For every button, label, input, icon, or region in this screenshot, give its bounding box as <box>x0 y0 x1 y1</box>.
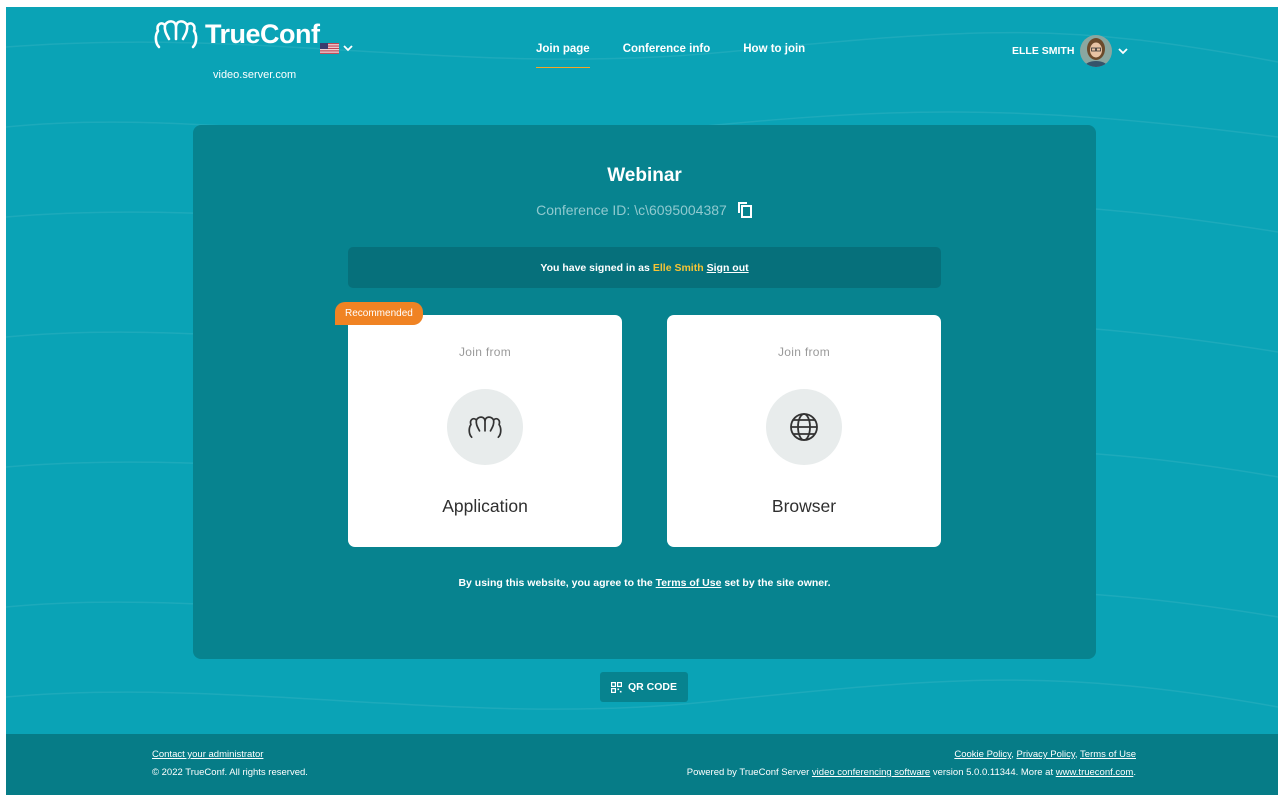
join-browser-card[interactable]: Join from Browser <box>667 315 941 547</box>
join-from-label: Join from <box>777 345 831 359</box>
copyright: © 2022 TrueConf. All rights reserved. <box>152 767 308 778</box>
join-panel: Webinar Conference ID: \c\6095004387 You… <box>193 125 1096 659</box>
terms-suffix: set by the site owner. <box>724 577 831 589</box>
signed-in-user: Elle Smith <box>652 261 704 274</box>
copy-icon[interactable] <box>737 201 753 218</box>
avatar <box>1080 35 1113 67</box>
powered-by: Powered by TrueConf Server video confere… <box>687 767 1136 778</box>
join-option-label: Browser <box>771 496 837 516</box>
nav-join-page[interactable]: Join page <box>536 43 590 68</box>
conference-title: Webinar <box>607 165 682 186</box>
conference-id-row: Conference ID: \c\6095004387 <box>193 201 1096 218</box>
footer-left: Contact your administrator © 2022 TrueCo… <box>152 749 308 778</box>
recommended-badge: Recommended <box>335 302 423 325</box>
language-selector[interactable] <box>320 43 353 54</box>
nav-how-to-join[interactable]: How to join <box>743 43 805 68</box>
signed-in-text: You have signed in as <box>540 261 650 274</box>
powered-end: . <box>1133 767 1136 778</box>
cookie-policy-link[interactable]: Cookie Policy <box>954 749 1011 760</box>
trueconf-logo-icon <box>154 20 198 49</box>
footer-right: Cookie Policy, Privacy Policy, Terms of … <box>686 749 1136 778</box>
sign-out-link[interactable]: Sign out <box>707 262 749 274</box>
conference-id: Conference ID: \c\6095004387 <box>536 201 727 218</box>
qr-code-label: QR CODE <box>627 681 677 693</box>
signed-in-bar: You have signed in as Elle Smith Sign ou… <box>348 247 941 288</box>
contact-admin-link[interactable]: Contact your administrator <box>152 749 308 760</box>
qr-code-icon <box>610 681 622 693</box>
terms-of-use-link[interactable]: Terms of Use <box>656 577 722 589</box>
powered-prefix: Powered by TrueConf Server <box>686 767 810 778</box>
chevron-down-icon <box>1118 47 1129 54</box>
trueconf-logo[interactable]: TrueConf <box>153 17 320 51</box>
trueconf-app-icon <box>468 416 502 439</box>
brand-name: TrueConf <box>205 18 320 49</box>
user-name: ELLE SMITH <box>1012 45 1075 57</box>
globe-icon <box>790 413 818 441</box>
nav-conference-info[interactable]: Conference info <box>623 43 711 68</box>
main-nav: Join page Conference info How to join <box>536 43 805 68</box>
user-menu[interactable]: ELLE SMITH <box>1012 35 1129 67</box>
icon-circle <box>447 389 523 465</box>
page-background: TrueConf video.server.com Join page Conf… <box>6 7 1278 795</box>
footer-terms-link[interactable]: Terms of Use <box>1080 749 1136 760</box>
icon-circle <box>766 389 842 465</box>
us-flag-icon <box>320 43 339 54</box>
join-application-card[interactable]: Join from Application <box>348 315 622 547</box>
join-option-label: Application <box>442 496 528 516</box>
footer: Contact your administrator © 2022 TrueCo… <box>6 734 1278 795</box>
join-from-label: Join from <box>458 345 512 359</box>
trueconf-site-link[interactable]: www.trueconf.com <box>1056 767 1134 778</box>
chevron-down-icon <box>343 45 353 52</box>
qr-code-button[interactable]: QR CODE <box>600 672 688 702</box>
version-text: version 5.0.0.11344. More at <box>932 767 1054 778</box>
privacy-policy-link[interactable]: Privacy Policy <box>1017 749 1075 760</box>
terms-prefix: By using this website, you agree to the <box>458 577 653 589</box>
terms-notice: By using this website, you agree to the … <box>193 577 1096 589</box>
video-conferencing-link[interactable]: video conferencing software <box>812 767 930 778</box>
server-address: video.server.com <box>213 69 297 81</box>
